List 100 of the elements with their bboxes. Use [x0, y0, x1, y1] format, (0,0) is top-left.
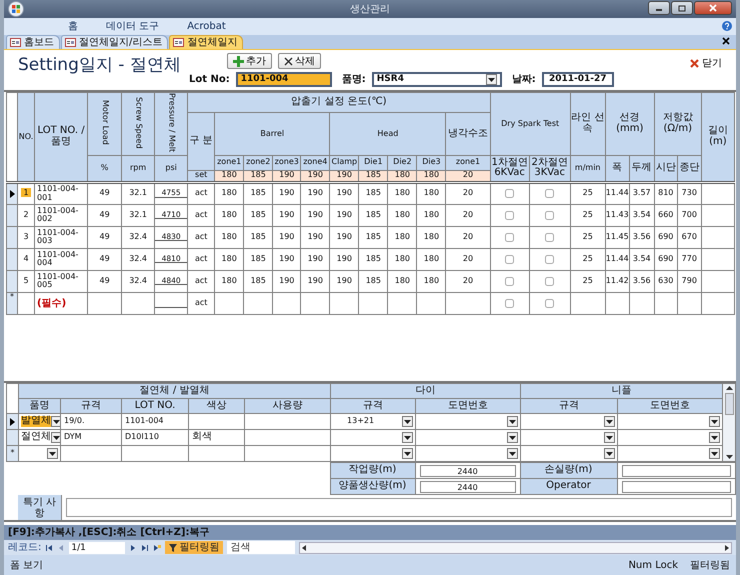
- previous-record-icon: [57, 544, 66, 552]
- last-record-button[interactable]: [141, 544, 150, 552]
- dropdown-button[interactable]: [402, 416, 414, 427]
- document-tab[interactable]: 절연체일지: [169, 35, 244, 49]
- column-header: m/min: [570, 155, 606, 182]
- table-cell: 190: [330, 182, 359, 204]
- date-field[interactable]: 2011-01-27: [542, 72, 614, 87]
- dropdown-button[interactable]: [507, 416, 518, 427]
- add-button[interactable]: 추가: [227, 53, 272, 69]
- ribbon-tab[interactable]: 데이터 도구: [106, 19, 160, 34]
- caret-icon: [509, 436, 516, 440]
- dropdown-button[interactable]: [709, 416, 720, 427]
- close-form-button[interactable]: 닫기: [690, 56, 722, 71]
- caret-icon: [488, 78, 495, 82]
- record-position-field[interactable]: 1/1: [69, 542, 126, 554]
- dropdown-button[interactable]: [51, 432, 60, 443]
- table-cell: 25: [570, 270, 606, 292]
- value-field[interactable]: 2440: [420, 464, 516, 476]
- field-label: 특기 사항: [22, 496, 58, 518]
- table-cell: 660: [654, 204, 678, 226]
- column-header: 규격: [60, 398, 122, 414]
- value-field[interactable]: 2440: [420, 480, 516, 492]
- table-cell: act: [188, 182, 215, 204]
- field-label: Lot No:: [189, 73, 230, 87]
- table-cell: 32.4: [122, 248, 155, 270]
- column-header: 구 분: [188, 112, 215, 170]
- table-cell: 730: [677, 182, 702, 204]
- checkbox[interactable]: [545, 276, 554, 286]
- new-record-button[interactable]: [153, 544, 162, 552]
- table-cell: 25: [570, 204, 606, 226]
- checkbox[interactable]: [545, 189, 554, 198]
- checkbox[interactable]: [505, 276, 514, 286]
- dropdown-button[interactable]: [709, 432, 720, 443]
- value-field[interactable]: [622, 480, 730, 492]
- table-cell: act: [188, 270, 215, 292]
- close-button[interactable]: [722, 37, 730, 45]
- column-header: 니플: [520, 384, 723, 398]
- ribbon-tab[interactable]: 홈: [68, 19, 78, 34]
- table-cell: 180: [214, 204, 244, 226]
- table-cell: 190: [300, 248, 330, 270]
- checkbox[interactable]: [505, 189, 514, 198]
- notes-field[interactable]: [66, 498, 732, 517]
- dropdown-button[interactable]: [47, 448, 58, 459]
- column-header: 2차절연 3KVac: [529, 155, 570, 182]
- scrollbar[interactable]: [724, 384, 735, 460]
- column-header: 저항값 (Ω/m): [654, 92, 702, 156]
- form-title: Setting일지 - 절연체: [18, 54, 181, 77]
- next-record-icon: [129, 544, 138, 552]
- row-number: 5: [23, 276, 29, 285]
- lot-number-field[interactable]: 1101-004: [236, 72, 332, 87]
- document-tab[interactable]: 홈보드: [6, 35, 60, 49]
- maximize-button[interactable]: [671, 1, 693, 15]
- caret-icon: [606, 452, 614, 456]
- table-cell: 190: [330, 248, 359, 270]
- dropdown-button[interactable]: [709, 448, 720, 459]
- close-icon: [709, 4, 717, 12]
- delete-button[interactable]: 삭제: [278, 53, 321, 69]
- column-header: Screw Speed: [134, 96, 142, 148]
- search-field[interactable]: 검색: [227, 541, 296, 554]
- checkbox[interactable]: [545, 210, 554, 220]
- table-cell: 190: [330, 204, 359, 226]
- scroll-thumb[interactable]: [724, 393, 734, 415]
- dropdown-button[interactable]: [51, 416, 60, 427]
- checkbox[interactable]: [505, 254, 514, 264]
- dropdown-button[interactable]: [507, 432, 518, 443]
- dropdown-button[interactable]: [604, 448, 616, 459]
- dropdown-button[interactable]: [507, 448, 518, 459]
- checkbox[interactable]: [505, 210, 514, 220]
- table-cell: 20: [446, 182, 490, 204]
- checkbox[interactable]: [545, 298, 554, 308]
- checkbox[interactable]: [505, 232, 514, 242]
- close-button[interactable]: [694, 1, 732, 15]
- scroll-up-icon: [724, 385, 734, 391]
- column-header: zone3: [272, 155, 301, 170]
- dropdown-button[interactable]: [402, 448, 414, 459]
- row-number: 2: [23, 210, 29, 219]
- checkbox[interactable]: [545, 232, 554, 242]
- caret-icon: [711, 452, 718, 456]
- product-combo[interactable]: HSR4: [372, 72, 502, 87]
- first-record-button[interactable]: [45, 544, 54, 552]
- dropdown-button[interactable]: [402, 432, 414, 443]
- table-cell: 1101-004-005: [34, 270, 88, 292]
- checkbox[interactable]: [545, 254, 554, 264]
- new-row-marker: *: [10, 448, 14, 458]
- table-cell: 발열체: [21, 416, 51, 427]
- office-logo-icon[interactable]: [8, 1, 24, 17]
- next-record-button[interactable]: [129, 544, 138, 552]
- table-cell: D10I110: [125, 432, 159, 442]
- minimize-button[interactable]: [648, 1, 670, 15]
- help-icon[interactable]: [722, 21, 732, 31]
- ribbon-tab[interactable]: Acrobat: [187, 19, 226, 34]
- dropdown-button[interactable]: [604, 432, 616, 443]
- value-field[interactable]: [622, 464, 730, 476]
- dropdown-button[interactable]: [604, 416, 616, 427]
- checkbox[interactable]: [505, 298, 514, 308]
- horizontal-scrollbar[interactable]: [299, 542, 732, 554]
- column-header: 품명: [18, 398, 60, 414]
- document-tab[interactable]: 절연체일지/리스트: [61, 35, 168, 49]
- table-cell: 3.54: [629, 248, 654, 270]
- filter-button[interactable]: 필터링됨: [165, 541, 224, 554]
